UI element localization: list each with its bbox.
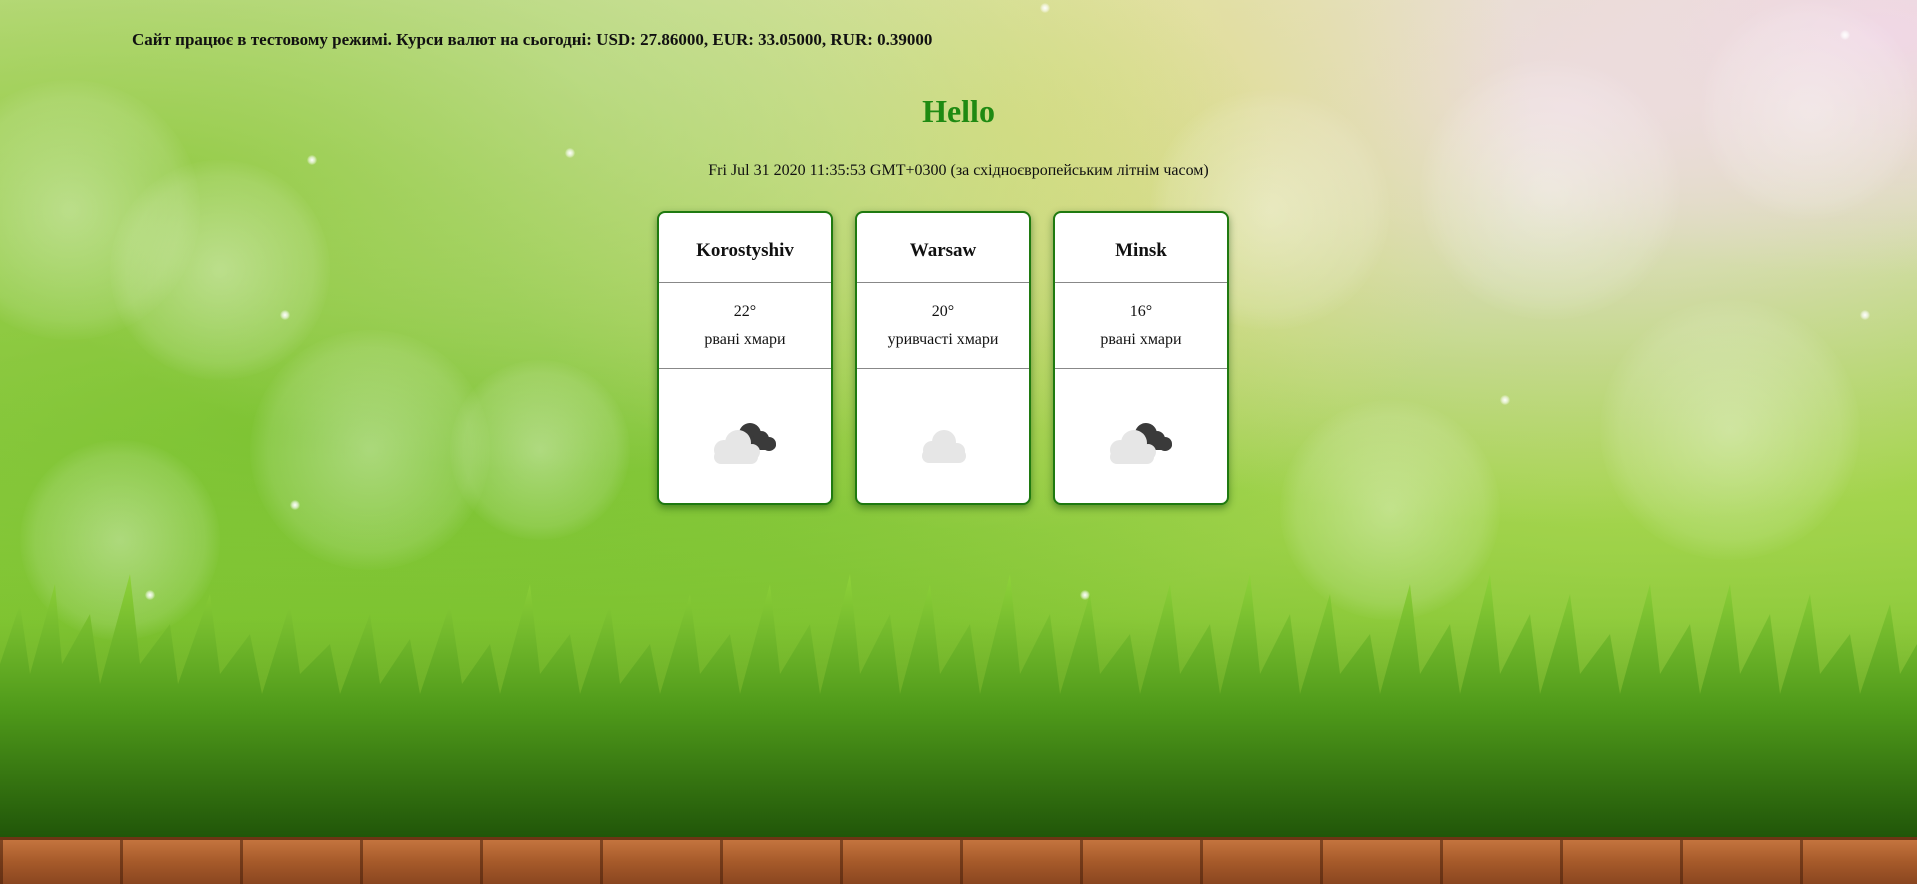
temperature: 16° xyxy=(1129,302,1153,320)
wooden-deck-decoration xyxy=(0,837,1917,884)
weather-card-minsk: Minsk 16° рвані хмари xyxy=(1053,211,1229,505)
broken-clouds-icon xyxy=(714,423,776,464)
weather-card-warsaw: Warsaw 20° уривчасті хмари xyxy=(855,211,1031,505)
weather-cards: Korostyshiv 22° рвані хмари Warsaw 20° у… xyxy=(657,211,1229,505)
grass-decoration xyxy=(0,574,1917,844)
weather-description: рвані хмари xyxy=(704,330,786,348)
city-name: Korostyshiv xyxy=(659,213,831,283)
page-background: Сайт працює в тестовому режимі. Курси ва… xyxy=(0,0,1917,884)
page-title: Hello xyxy=(922,93,995,129)
temperature: 22° xyxy=(733,302,757,320)
scattered-clouds-icon xyxy=(922,430,966,463)
weather-card-korostyshiv: Korostyshiv 22° рвані хмари xyxy=(657,211,833,505)
weather-description: уривчасті хмари xyxy=(887,330,999,348)
current-datetime: Fri Jul 31 2020 11:35:53 GMT+0300 (за сх… xyxy=(708,162,1209,179)
temperature: 20° xyxy=(931,302,955,320)
weather-description: рвані хмари xyxy=(1100,330,1182,348)
city-name: Warsaw xyxy=(857,213,1029,283)
broken-clouds-icon xyxy=(1110,423,1172,464)
currency-banner: Сайт працює в тестовому режимі. Курси ва… xyxy=(132,30,933,49)
city-name: Minsk xyxy=(1055,213,1227,283)
